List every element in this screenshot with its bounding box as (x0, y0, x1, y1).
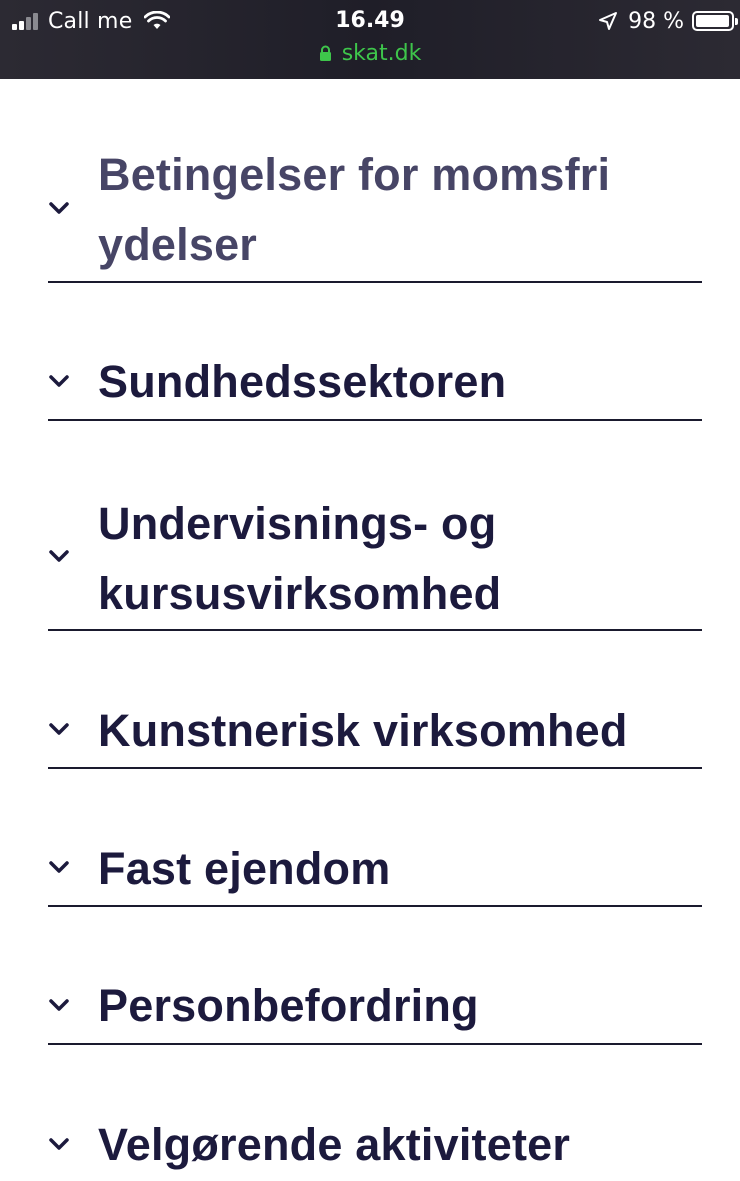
accordion-label: Betingelser for momsfri ydelser (98, 149, 611, 270)
accordion-label: Velgørende aktiviteter (98, 1119, 571, 1170)
status-right: 98 % (598, 6, 738, 36)
location-arrow-icon (598, 11, 618, 31)
accordion-item-personbefordring[interactable]: Personbefordring (48, 971, 702, 1045)
accordion-item-fast-ejendom[interactable]: Fast ejendom (48, 834, 702, 907)
chevron-down-icon (49, 550, 69, 562)
accordion-label: Fast ejendom (98, 843, 391, 894)
accordion-item-sundhedssektoren[interactable]: Sundhedssektoren (48, 347, 702, 421)
url-text: skat.dk (341, 40, 422, 66)
battery-level (696, 15, 730, 27)
accordion-label: Personbefordring (98, 980, 479, 1031)
accordion-item-undervisning[interactable]: Undervisnings- og kursusvirksomhed (48, 487, 702, 631)
chevron-down-icon (49, 723, 69, 735)
battery-percent: 98 % (628, 8, 684, 34)
lock-icon (319, 45, 332, 62)
accordion-item-velgoerende[interactable]: Velgørende aktiviteter (48, 1110, 702, 1181)
accordion-item-betingelser[interactable]: Betingelser for momsfri ydelser (48, 135, 702, 283)
address-bar[interactable]: skat.dk (0, 38, 740, 68)
chevron-down-icon (49, 375, 69, 387)
accordion-label: Undervisnings- og kursusvirksomhed (98, 498, 502, 619)
chevron-down-icon (49, 999, 69, 1011)
accordion-label: Sundhedssektoren (98, 356, 507, 407)
battery-icon (692, 11, 738, 31)
status-bar: Call me 16.49 skat.dk 98 % (0, 0, 740, 79)
chevron-down-icon (49, 861, 69, 873)
chevron-down-icon (49, 202, 69, 214)
accordion-item-kunstnerisk[interactable]: Kunstnerisk virksomhed (48, 696, 702, 769)
accordion-label: Kunstnerisk virksomhed (98, 705, 628, 756)
chevron-down-icon (49, 1138, 69, 1150)
